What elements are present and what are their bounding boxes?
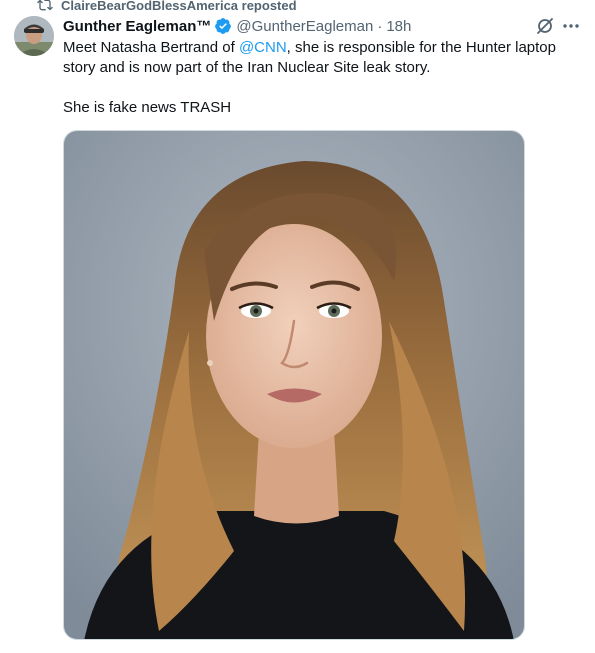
verified-badge-icon (214, 17, 232, 35)
tweet-text-start: Meet Natasha Bertrand of (63, 39, 239, 56)
author-handle[interactable]: @GuntherEagleman (236, 18, 373, 35)
tweet-paragraph-2: She is fake news TRASH (63, 99, 232, 116)
repost-indicator[interactable]: ClaireBearGodBlessAmerica reposted (37, 0, 297, 14)
separator-dot: · (377, 17, 383, 35)
tweet-photo[interactable] (63, 130, 525, 640)
tweet-timestamp[interactable]: 18h (386, 18, 411, 35)
more-options-icon[interactable] (561, 16, 581, 36)
avatar[interactable] (14, 16, 54, 56)
tweet-header: Gunther Eagleman™ @GuntherEagleman · 18h (63, 15, 411, 37)
repost-label: ClaireBearGodBlessAmerica reposted (61, 0, 297, 13)
tweet-paragraph-1: Meet Natasha Bertrand of @CNN, she is re… (63, 38, 563, 78)
author-display-name[interactable]: Gunther Eagleman™ (63, 18, 211, 35)
tweet-text: Meet Natasha Bertrand of @CNN, she is re… (63, 38, 563, 118)
repost-icon (37, 0, 53, 13)
grok-icon[interactable] (535, 16, 555, 36)
mention-link[interactable]: @CNN (239, 39, 287, 56)
